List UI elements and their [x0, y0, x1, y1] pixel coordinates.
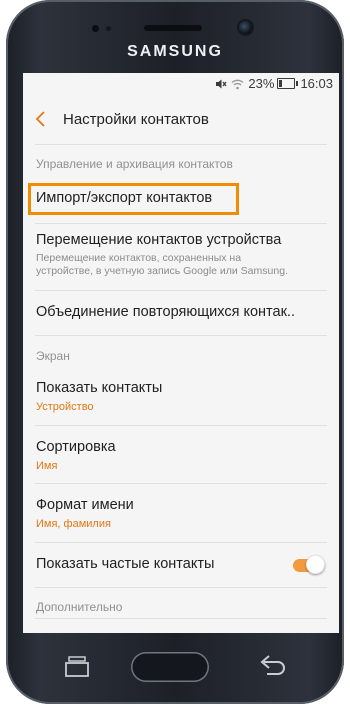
divider	[35, 618, 327, 619]
battery-percent: 23%	[248, 76, 275, 91]
item-subtitle: устройстве, в учетную запись Google или …	[36, 265, 288, 277]
divider	[35, 290, 327, 291]
item-title: Перемещение контактов устройства	[36, 232, 282, 248]
mute-icon	[216, 79, 227, 88]
recent-apps-icon[interactable]	[64, 655, 90, 679]
divider	[35, 223, 327, 224]
section-header-management: Управление и архивация контактов	[36, 157, 233, 171]
divider	[35, 483, 327, 484]
proximity-sensor	[92, 25, 99, 32]
brand-logo: SAMSUNG	[127, 43, 223, 60]
item-title: Показать частые контакты	[36, 556, 215, 572]
item-title: Объединение повторяющихся контак..	[36, 304, 295, 320]
front-camera	[239, 21, 252, 34]
item-subtitle: Перемещение контактов, сохраненных на	[36, 252, 242, 264]
page-title: Настройки контактов	[63, 111, 209, 128]
item-title: Формат имени	[36, 497, 134, 513]
divider	[35, 587, 327, 588]
status-bar: 23% 16:03	[23, 73, 339, 95]
earpiece-speaker	[144, 25, 202, 31]
divider	[35, 335, 327, 336]
home-button[interactable]	[131, 652, 209, 682]
item-title: Сортировка	[36, 439, 116, 455]
app-bar: Настройки контактов	[23, 97, 339, 143]
screen: 23% 16:03 Настройки контактов Управление…	[23, 73, 339, 633]
highlight-frame	[28, 183, 239, 215]
section-header-additional: Дополнительно	[36, 600, 123, 614]
divider	[35, 144, 327, 145]
item-value: Имя	[36, 460, 58, 472]
back-arrow-icon[interactable]	[33, 109, 51, 129]
frequent-contacts-toggle[interactable]	[293, 555, 325, 575]
divider	[35, 542, 327, 543]
divider	[35, 425, 327, 426]
light-sensor	[106, 26, 111, 31]
battery-icon	[277, 78, 299, 89]
back-icon[interactable]	[258, 653, 286, 679]
item-title: Показать контакты	[36, 380, 163, 396]
wifi-icon	[231, 79, 244, 89]
item-value: Имя, фамилия	[36, 518, 111, 530]
clock: 16:03	[300, 76, 333, 91]
section-header-screen: Экран	[36, 349, 70, 363]
item-value: Устройство	[36, 401, 94, 413]
toggle-knob	[306, 555, 325, 574]
phone-frame: SAMSUNG 23% 16:03 Настройки контактов Уп…	[6, 0, 344, 704]
